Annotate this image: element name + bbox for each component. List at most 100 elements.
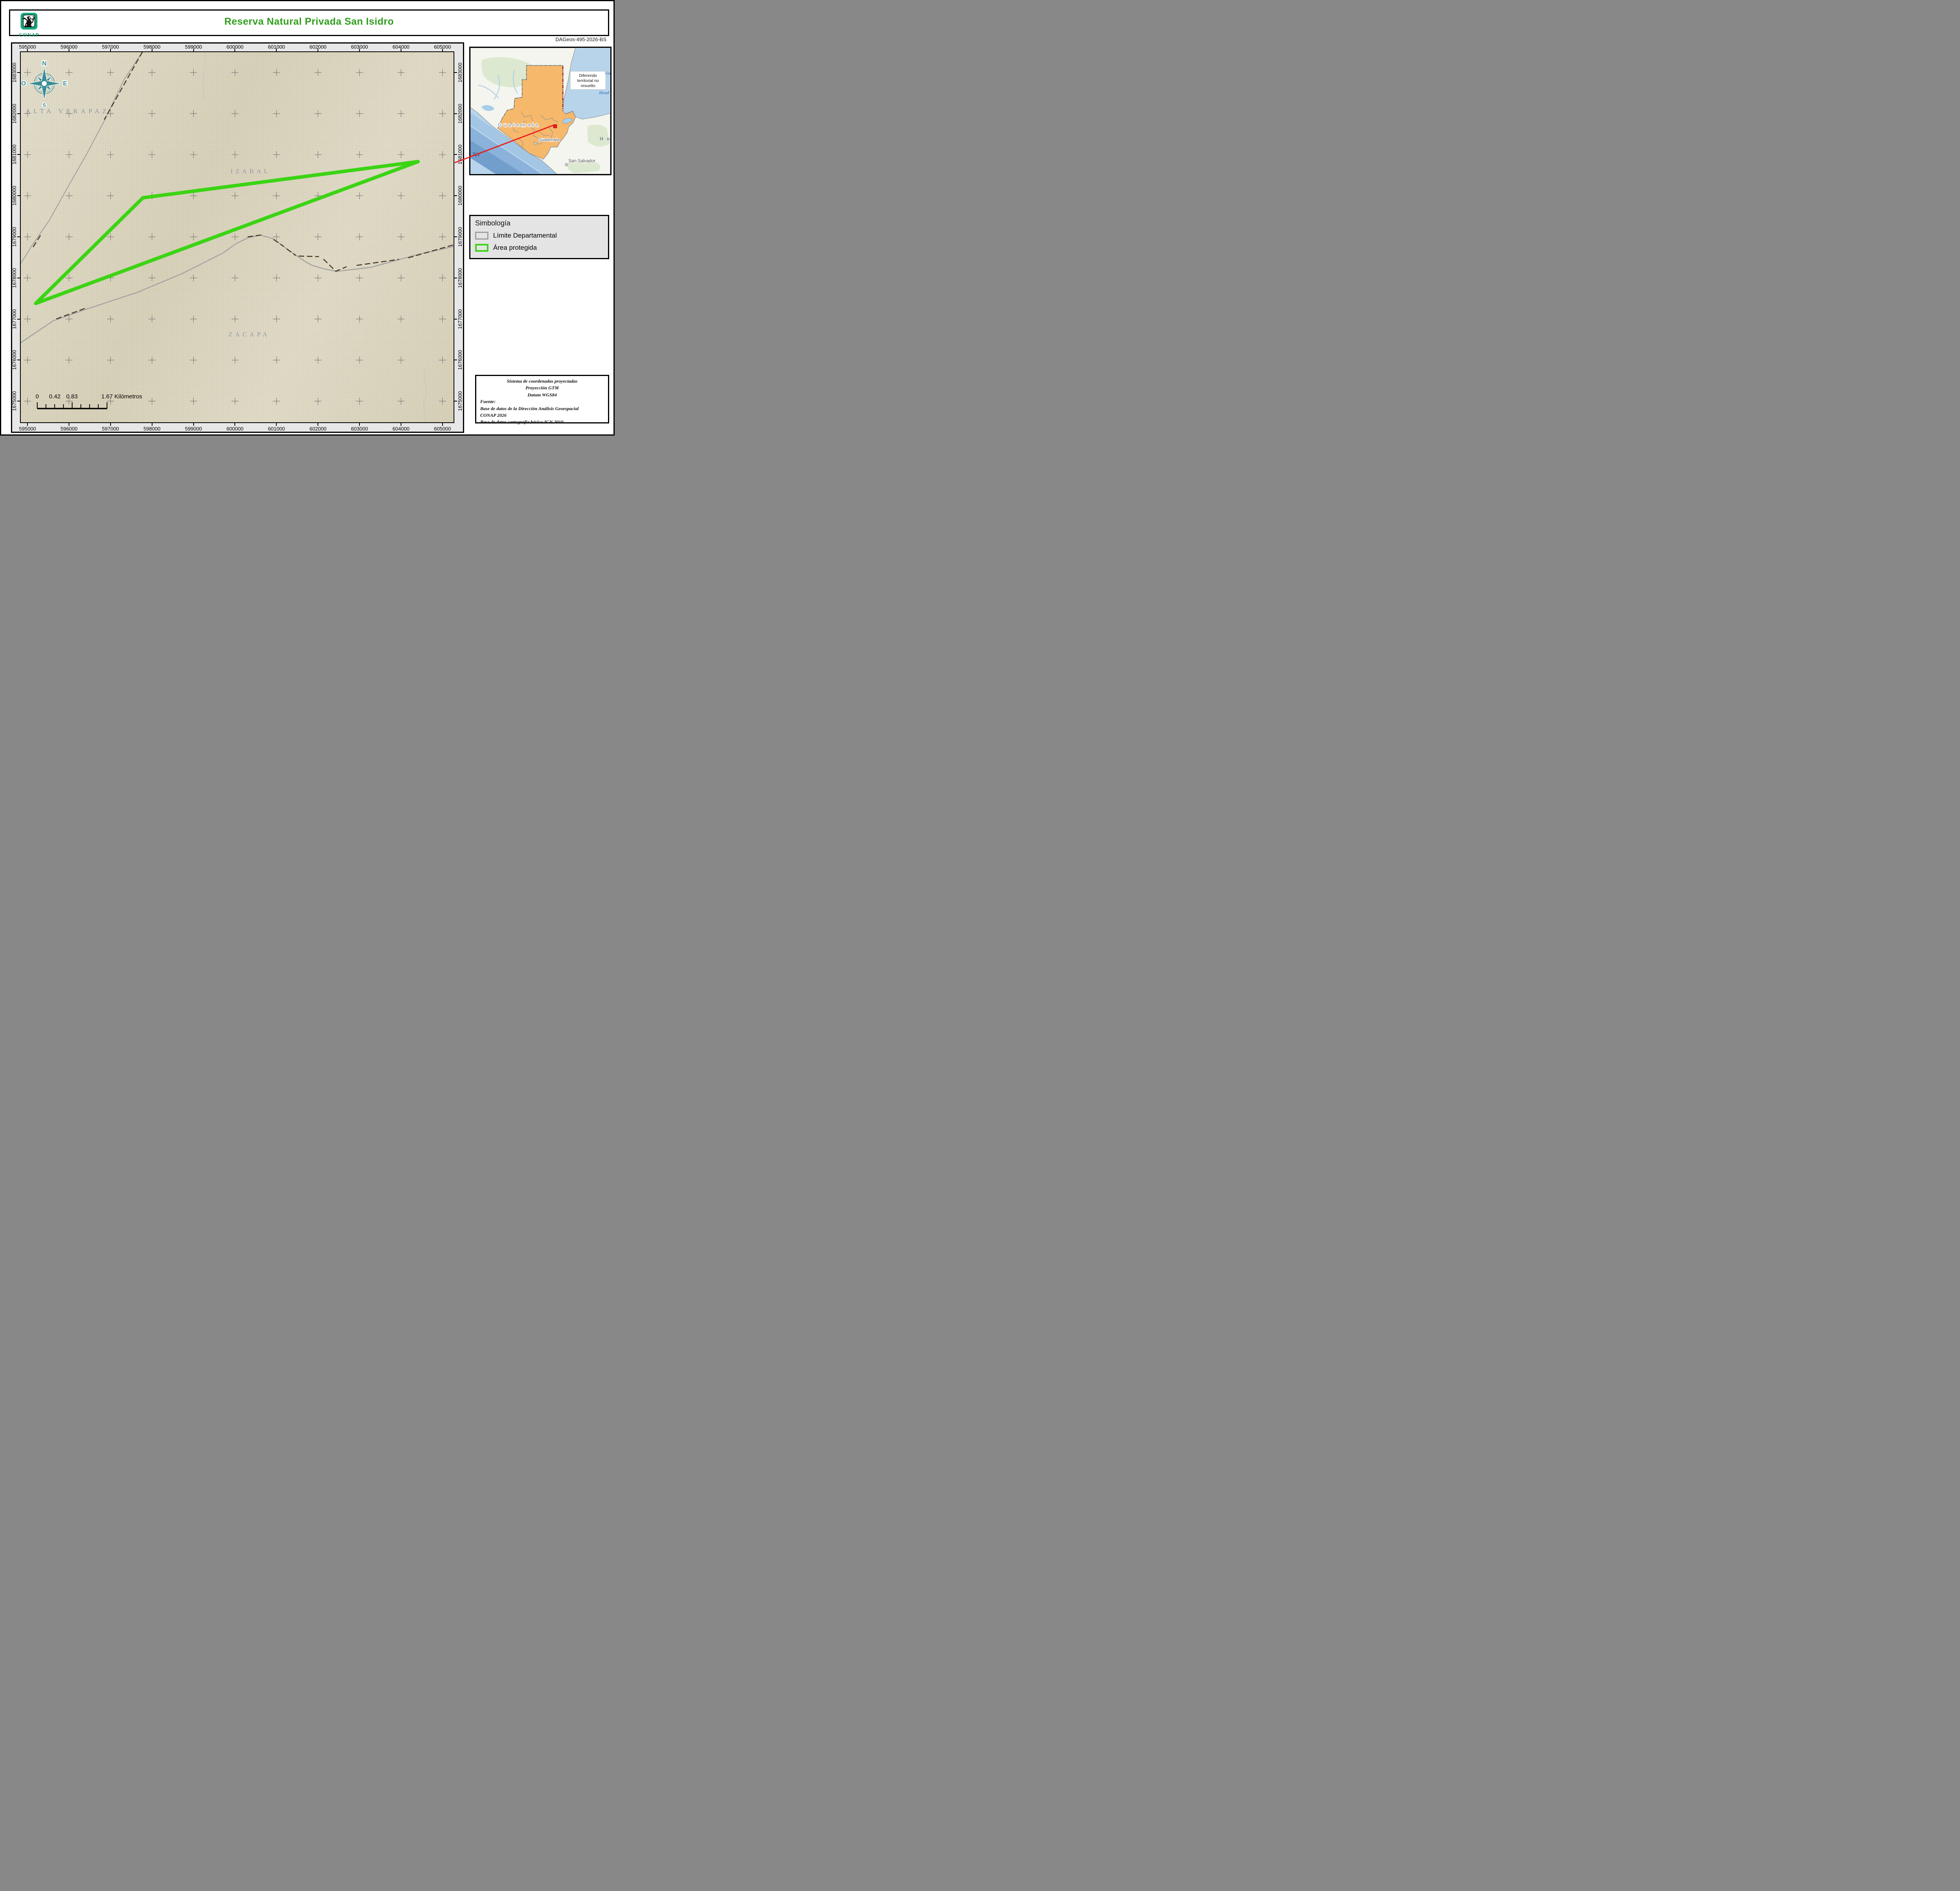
axis-tick-mark bbox=[234, 49, 235, 51]
axis-tick-mark bbox=[27, 423, 28, 426]
axis-tick-mark bbox=[27, 49, 28, 51]
axis-tick-label: 596000 bbox=[60, 426, 77, 432]
departmental-boundary-dashes bbox=[299, 256, 319, 257]
svg-text:E: E bbox=[63, 80, 67, 87]
compass-rose-icon: N E S O bbox=[20, 57, 69, 110]
axis-tick-mark bbox=[17, 236, 20, 237]
axis-tick-label: 1678000 bbox=[457, 268, 463, 288]
map-canvas: ALTA VERAPAZIZABALZACAPA N E S O 00.420.… bbox=[20, 51, 454, 423]
inset-country-label: Guatemala bbox=[498, 122, 540, 128]
axis-tick-mark bbox=[193, 49, 194, 51]
scalebar-label: 0.42 bbox=[49, 393, 60, 400]
conap-wordmark: CONAP bbox=[17, 32, 41, 37]
axis-tick-label: 602000 bbox=[310, 426, 327, 432]
source-line-2: Base de datos cartografía básica IGN 201… bbox=[480, 419, 604, 425]
protected-area-polygon bbox=[36, 162, 418, 303]
axis-tick-label: 1681000 bbox=[11, 145, 17, 165]
svg-text:S: S bbox=[43, 102, 46, 108]
departmental-boundary-dashes bbox=[32, 236, 40, 249]
route-code: 721 bbox=[472, 151, 480, 157]
axis-tick-label: 1676000 bbox=[11, 350, 17, 370]
city-dot-guatemala bbox=[534, 142, 537, 145]
svg-text:Hond: Hond bbox=[599, 91, 609, 95]
axis-tick-label: 1682000 bbox=[11, 104, 17, 124]
axis-tick-mark bbox=[454, 113, 457, 114]
axis-tick-label: 1681000 bbox=[457, 145, 463, 165]
scalebar-label: 1.67 Kilómetros bbox=[101, 393, 142, 400]
inset-city-label: Guatemala bbox=[538, 138, 560, 142]
reserve-marker-icon bbox=[554, 125, 557, 128]
axis-tick-label: 605000 bbox=[434, 426, 451, 432]
axis-tick-mark bbox=[17, 319, 20, 320]
x-axis-bottom: 595000 596000 597000 598000 599000 600000 6010… bbox=[21, 423, 454, 432]
axis-tick-label: 1675000 bbox=[457, 391, 463, 411]
svg-text:Gu: Gu bbox=[605, 71, 610, 76]
scale-bar: 0 0.42 0.83 1.67 Kilómetros bbox=[21, 393, 146, 417]
axis-tick-label: 1676000 bbox=[457, 350, 463, 370]
region-label-zacapa: ZACAPA bbox=[229, 331, 270, 338]
scalebar-label: 0 bbox=[36, 393, 39, 400]
axis-tick-label: 1678000 bbox=[11, 268, 17, 288]
projection-line: Proyección GTM bbox=[480, 385, 604, 391]
axis-tick-mark bbox=[110, 49, 111, 51]
svg-text:resuelto: resuelto bbox=[581, 84, 595, 88]
axis-tick-label: 1680000 bbox=[11, 186, 17, 206]
axis-tick-mark bbox=[454, 236, 457, 237]
fuente-label: Fuente: bbox=[480, 398, 604, 405]
grid-crosses bbox=[24, 69, 446, 405]
crs-line: Sistema de coordenadas proyectadas bbox=[480, 378, 604, 385]
axis-tick-mark bbox=[454, 154, 457, 155]
map-frame: 595000 596000 597000 598000 599000 600000 6010… bbox=[11, 42, 464, 433]
y-axis-left: 1683000168200016810001680000167900016780… bbox=[12, 52, 20, 422]
axis-tick-mark bbox=[276, 423, 277, 426]
departmental-boundary-dashes bbox=[57, 308, 87, 319]
axis-tick-mark bbox=[359, 49, 360, 51]
axis-tick-label: 1677000 bbox=[11, 309, 17, 329]
axis-tick-label: 597000 bbox=[102, 426, 119, 432]
limite-departamental-swatch bbox=[475, 232, 488, 240]
document-id: DAGeos-495-2026-BS bbox=[555, 36, 606, 42]
axis-tick-label: 600000 bbox=[227, 426, 243, 432]
axis-tick-label: 595000 bbox=[19, 426, 36, 432]
stream-line bbox=[203, 52, 205, 100]
axis-tick-mark bbox=[454, 72, 457, 73]
scalebar-label: 0.83 bbox=[66, 393, 78, 400]
legend-item-area-protegida: Área protegida bbox=[475, 244, 603, 252]
region-label-izabal: IZABAL bbox=[230, 168, 270, 175]
axis-tick-mark bbox=[193, 423, 194, 426]
y-axis-right: 1683000 1682000 1681000 1680000 1679000 16780… bbox=[454, 52, 463, 422]
svg-text:territorial no: territorial no bbox=[577, 78, 599, 83]
stream-line bbox=[424, 369, 426, 422]
axis-tick-label: 599000 bbox=[185, 426, 202, 432]
axis-tick-label: 1680000 bbox=[457, 186, 463, 206]
legend-item-limite: Límite Departamental bbox=[475, 232, 603, 240]
axis-tick-mark bbox=[276, 49, 277, 51]
source-line-1: Base de datos de la Dirección Análisis G… bbox=[480, 405, 604, 412]
departmental-boundary-dashes bbox=[105, 52, 143, 119]
axis-tick-label: 1682000 bbox=[457, 104, 463, 124]
axis-tick-label: 603000 bbox=[351, 426, 368, 432]
axis-tick-label: 604000 bbox=[392, 426, 409, 432]
svg-text:N: N bbox=[42, 60, 47, 67]
axis-tick-mark bbox=[442, 423, 443, 426]
axis-tick-mark bbox=[17, 113, 20, 114]
axis-tick-mark bbox=[17, 154, 20, 155]
credits-box: Sistema de coordenadas proyectadas Proye… bbox=[475, 375, 609, 423]
axis-tick-label: 1677000 bbox=[457, 309, 463, 329]
axis-tick-label: 1683000 bbox=[457, 63, 463, 83]
area-protegida-swatch bbox=[475, 244, 488, 252]
source-line-1b: CONAP 2026 bbox=[480, 412, 604, 419]
axis-tick-mark bbox=[454, 319, 457, 320]
departmental-boundary-dashes bbox=[357, 260, 399, 265]
map-sheet: CONAP Reserva Natural Privada San Isidro… bbox=[0, 0, 615, 436]
svg-text:O: O bbox=[21, 80, 26, 87]
svg-text:Diferendo: Diferendo bbox=[579, 73, 597, 78]
axis-tick-label: 1679000 bbox=[11, 227, 17, 247]
axis-tick-label: 1679000 bbox=[457, 227, 463, 247]
axis-tick-mark bbox=[17, 72, 20, 73]
header: CONAP Reserva Natural Privada San Isidro bbox=[9, 9, 609, 36]
axis-tick-label: 601000 bbox=[268, 426, 285, 432]
axis-tick-mark bbox=[17, 195, 20, 196]
axis-tick-mark bbox=[442, 49, 443, 51]
axis-tick-label: 598000 bbox=[143, 426, 160, 432]
